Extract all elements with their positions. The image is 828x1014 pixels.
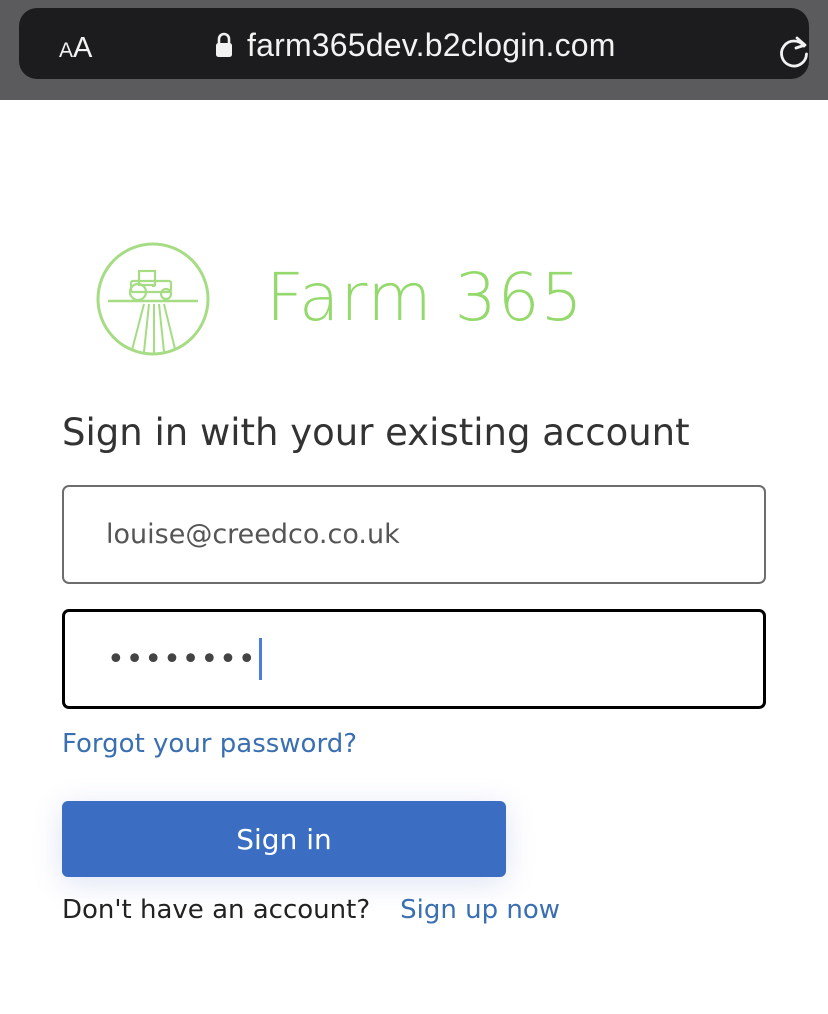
sign-up-link[interactable]: Sign up now [400,895,560,925]
url-text: farm365dev.b2clogin.com [247,26,616,63]
email-field[interactable]: louise@creedco.co.uk [62,485,766,584]
tractor-circle-logo [96,242,210,356]
text-cursor [258,638,262,680]
password-value: •••••••• [107,641,257,677]
brand-name: Farm 365 [266,259,584,336]
reload-icon[interactable] [775,33,813,71]
password-field[interactable]: •••••••• [62,609,766,709]
sign-in-button[interactable]: Sign in [62,801,506,877]
signin-heading: Sign in with your existing account [62,411,690,454]
email-value: louise@creedco.co.uk [106,519,400,550]
text-size-button[interactable]: AA [59,32,92,72]
signup-row: Don't have an account? Sign up now [62,890,560,930]
text-size-large-glyph: A [73,32,93,64]
text-size-small-glyph: A [59,39,74,62]
browser-toolbar: AA farm365dev.b2clogin.com [0,0,828,100]
address-bar: AA farm365dev.b2clogin.com [19,8,809,79]
forgot-password-link[interactable]: Forgot your password? [62,724,357,764]
url-field[interactable]: farm365dev.b2clogin.com [215,25,616,65]
no-account-prompt: Don't have an account? [62,895,371,925]
lock-icon [216,32,232,57]
